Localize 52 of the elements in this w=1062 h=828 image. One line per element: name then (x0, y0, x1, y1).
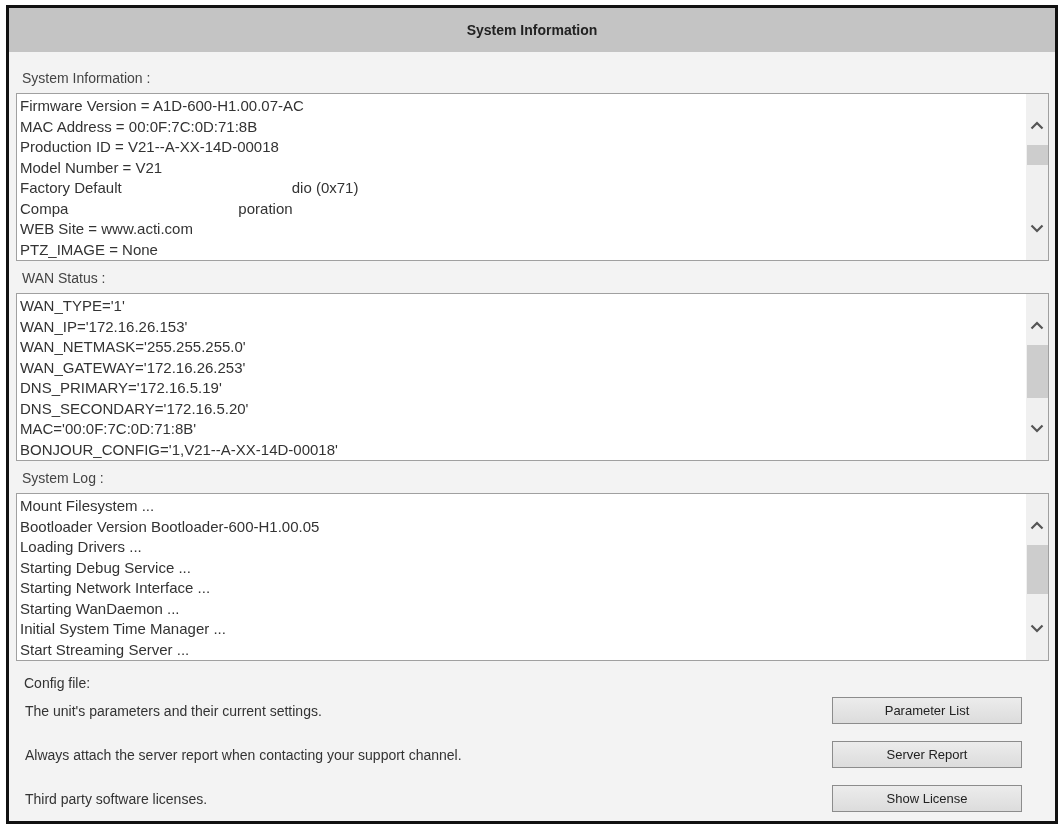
text-line-fragment: Compa (20, 198, 69, 219)
text-line-fragment: Factory Default (20, 178, 122, 198)
text-line: MAC='00:0F:7C:0D:71:8B' (20, 419, 197, 439)
chevron-up-icon[interactable] (1030, 521, 1044, 530)
text-line: Starting Network Interface ... (20, 578, 211, 598)
text-line: WAN_NETMASK='255.255.255.0' (20, 337, 246, 357)
scrollbar-thumb[interactable] (1027, 145, 1048, 165)
text-line: Firmware Version = A1D-600-H1.00.07-AC (20, 96, 304, 116)
section-label: Config file: (24, 675, 91, 691)
description-text: The unit's parameters and their current settings. (25, 702, 322, 719)
chevron-down-icon[interactable] (1030, 424, 1044, 433)
text-line: MAC Address = 00:0F:7C:0D:71:8B (20, 116, 258, 137)
text-line: Production ID = V21--A-XX-14D-00018 (20, 137, 279, 157)
action-button[interactable]: Server Report (832, 741, 1022, 768)
section-label: System Log : (22, 470, 104, 486)
text-line: Bootloader Version Bootloader-600-H1.00.05 (20, 516, 320, 537)
text-line: WAN_GATEWAY='172.16.26.253' (20, 357, 246, 378)
text-line-fragment: dio (0x71) (291, 178, 359, 198)
text-line: Loading Drivers ... (20, 537, 142, 557)
text-box[interactable] (16, 293, 1049, 461)
text-line: BONJOUR_CONFIG='1,V21--A-XX-14D-00018' (20, 439, 338, 460)
scrollbar-track[interactable] (1026, 494, 1048, 660)
scrollbar-track[interactable] (1026, 294, 1048, 460)
text-line: DNS_PRIMARY='172.16.5.19' (20, 378, 222, 398)
text-line: WEB Site = www.acti.com (20, 219, 193, 239)
text-line: Model Number = V21 (20, 157, 163, 178)
text-line: Mount Filesystem ... (20, 496, 155, 516)
text-line: DNS_SECONDARY='172.16.5.20' (20, 398, 249, 419)
action-button[interactable]: Parameter List (832, 697, 1022, 724)
text-line: Starting WanDaemon ... (20, 598, 180, 619)
text-line: WAN_TYPE='1' (20, 296, 125, 316)
scrollbar-track[interactable] (1026, 94, 1048, 260)
chevron-up-icon[interactable] (1030, 121, 1044, 130)
text-line: Start Streaming Server ... (20, 639, 190, 660)
chevron-down-icon[interactable] (1030, 224, 1044, 233)
scrollbar-thumb[interactable] (1027, 545, 1048, 594)
section-label: WAN Status : (22, 270, 106, 286)
text-box[interactable] (16, 93, 1049, 261)
text-line: PTZ_IMAGE = None (20, 239, 158, 260)
scrollbar-thumb[interactable] (1027, 345, 1048, 398)
text-line: Initial System Time Manager ... (20, 619, 226, 639)
panel-title: System Information (466, 22, 598, 38)
text-line: Starting Debug Service ... (20, 557, 191, 578)
text-box[interactable] (16, 493, 1049, 661)
action-button[interactable]: Show License (832, 785, 1022, 812)
text-line-fragment: poration (238, 198, 293, 219)
description-text: Third party software licenses. (25, 790, 208, 807)
text-line: WAN_IP='172.16.26.153' (20, 316, 188, 337)
section-label: System Information : (22, 70, 151, 86)
chevron-up-icon[interactable] (1030, 321, 1044, 330)
description-text: Always attach the server report when contacting your support channel. (25, 746, 462, 763)
chevron-down-icon[interactable] (1030, 624, 1044, 633)
